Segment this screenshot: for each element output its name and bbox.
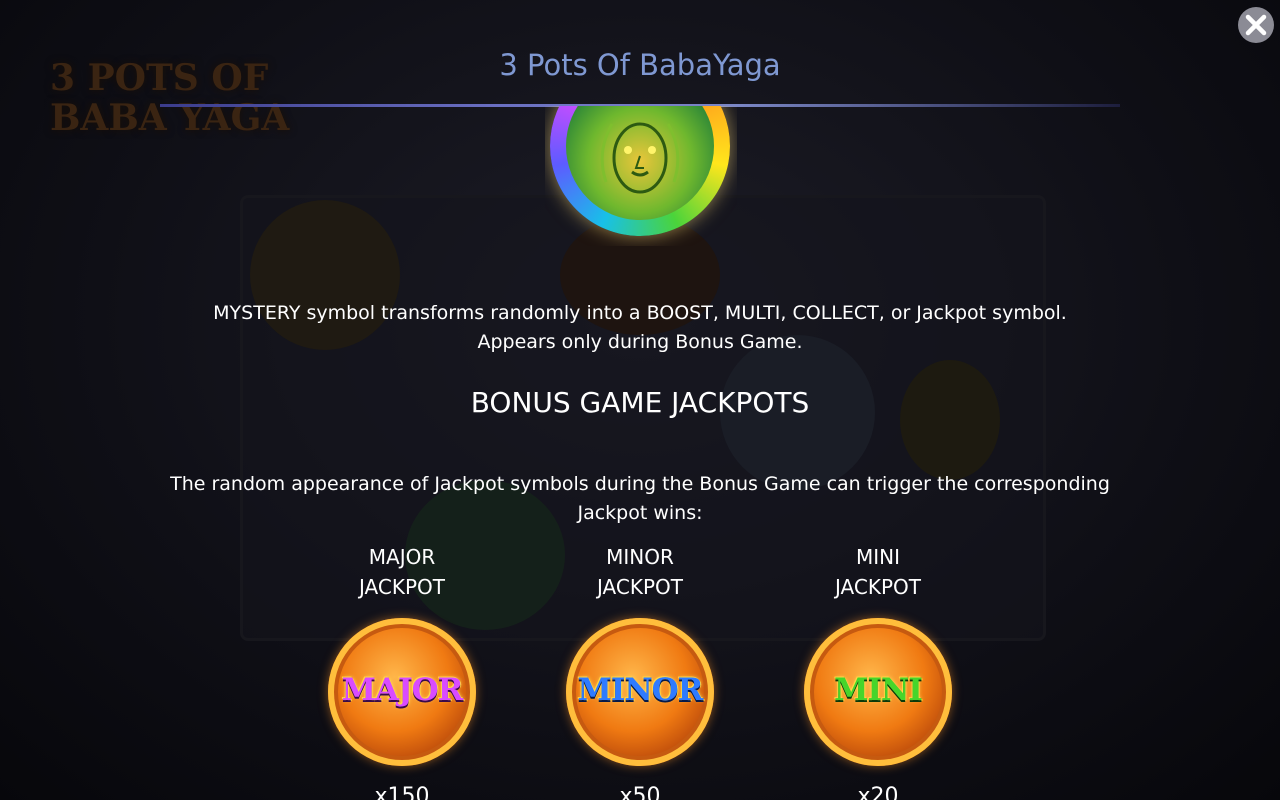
mystery-note: Appears only during Bonus Game. (477, 331, 803, 353)
mystery-face-icon (566, 106, 714, 220)
minor-coin-label: MINOR (577, 672, 704, 708)
jackpot-name: MINI (855, 545, 900, 569)
mini-coin-label: MINI (834, 672, 923, 708)
mystery-description: MYSTERY symbol transforms randomly into … (213, 302, 1067, 324)
jackpot-name: MINOR (606, 545, 674, 569)
popup-title: 3 Pots Of BabaYaga (499, 48, 781, 82)
minor-multiplier: x50 (619, 784, 661, 800)
major-jackpot-label: MAJOR JACKPOT (282, 542, 522, 602)
mystery-coin-icon (550, 106, 730, 236)
jackpot-description-cont: Jackpot wins: (577, 502, 703, 524)
jackpot-description: The random appearance of Jackpot symbols… (170, 473, 1110, 495)
mini-jackpot-label: MINI JACKPOT (758, 542, 998, 602)
jackpot-type: JACKPOT (835, 575, 921, 599)
jackpot-type: JACKPOT (359, 575, 445, 599)
mystery-symbol (545, 106, 737, 246)
jackpot-name: MAJOR (368, 545, 436, 569)
mini-coin-icon: MINI (804, 618, 952, 766)
jackpot-type: JACKPOT (597, 575, 683, 599)
major-coin-label: MAJOR (341, 672, 464, 708)
background-symbol (250, 200, 400, 350)
major-coin-icon: MAJOR (328, 618, 476, 766)
minor-jackpot-label: MINOR JACKPOT (520, 542, 760, 602)
paytable-screen: 3 POTS OF BABA YAGA 3 Pots Of BabaYaga M… (0, 0, 1280, 800)
close-button[interactable] (1238, 7, 1274, 43)
background-symbol (900, 360, 1000, 480)
section-heading: BONUS GAME JACKPOTS (470, 386, 810, 419)
major-multiplier: x150 (374, 784, 430, 800)
close-icon (1245, 14, 1267, 36)
minor-coin-icon: MINOR (566, 618, 714, 766)
mini-multiplier: x20 (857, 784, 899, 800)
